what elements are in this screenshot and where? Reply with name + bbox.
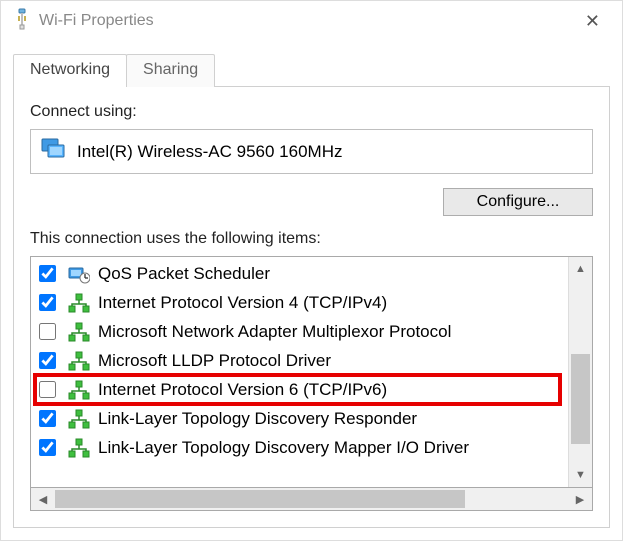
- tab-networking[interactable]: Networking: [13, 54, 127, 87]
- item-checkbox[interactable]: [39, 294, 56, 311]
- qos-icon: [68, 264, 90, 284]
- item-label: Link-Layer Topology Discovery Responder: [98, 409, 417, 429]
- vertical-scrollbar[interactable]: ▲ ▼: [568, 257, 592, 487]
- item-label: Link-Layer Topology Discovery Mapper I/O…: [98, 438, 469, 458]
- list-item[interactable]: Internet Protocol Version 4 (TCP/IPv4): [31, 288, 568, 317]
- scroll-up-arrow-icon[interactable]: ▲: [569, 257, 592, 281]
- hscroll-track[interactable]: [55, 488, 568, 510]
- item-checkbox[interactable]: [39, 439, 56, 456]
- protocol-icon: [68, 438, 90, 458]
- list-item[interactable]: Link-Layer Topology Discovery Mapper I/O…: [31, 433, 568, 462]
- tab-sharing[interactable]: Sharing: [126, 54, 215, 87]
- connect-using-label: Connect using:: [30, 103, 593, 121]
- network-adapter-icon: [41, 138, 67, 165]
- protocol-icon: [68, 293, 90, 313]
- item-checkbox[interactable]: [39, 352, 56, 369]
- item-label: QoS Packet Scheduler: [98, 264, 270, 284]
- adapter-box[interactable]: Intel(R) Wireless-AC 9560 160MHz: [30, 129, 593, 174]
- item-checkbox[interactable]: [39, 265, 56, 282]
- item-checkbox[interactable]: [39, 410, 56, 427]
- item-label: Internet Protocol Version 4 (TCP/IPv4): [98, 293, 387, 313]
- titlebar: Wi-Fi Properties ✕: [1, 1, 622, 41]
- item-checkbox[interactable]: [39, 381, 56, 398]
- item-label: Microsoft LLDP Protocol Driver: [98, 351, 331, 371]
- item-checkbox[interactable]: [39, 323, 56, 340]
- items-label: This connection uses the following items…: [30, 230, 593, 248]
- wifi-properties-window: Wi-Fi Properties ✕ Networking Sharing Co…: [0, 0, 623, 541]
- scroll-down-arrow-icon[interactable]: ▼: [569, 463, 592, 487]
- horizontal-scrollbar[interactable]: ◀ ▶: [30, 487, 593, 511]
- app-icon: [13, 8, 31, 35]
- protocol-icon: [68, 351, 90, 371]
- scroll-right-arrow-icon[interactable]: ▶: [568, 488, 592, 510]
- configure-button[interactable]: Configure...: [443, 188, 593, 216]
- list-item[interactable]: Microsoft Network Adapter Multiplexor Pr…: [31, 317, 568, 346]
- item-label: Internet Protocol Version 6 (TCP/IPv6): [98, 380, 387, 400]
- tabstrip: Networking Sharing: [13, 51, 610, 87]
- list-item[interactable]: QoS Packet Scheduler: [31, 259, 568, 288]
- protocol-icon: [68, 380, 90, 400]
- client-area: Networking Sharing Connect using: Intel(…: [1, 41, 622, 540]
- list-item[interactable]: Microsoft LLDP Protocol Driver: [31, 346, 568, 375]
- scroll-left-arrow-icon[interactable]: ◀: [31, 488, 55, 510]
- protocol-icon: [68, 409, 90, 429]
- list-item[interactable]: Internet Protocol Version 6 (TCP/IPv6): [31, 375, 568, 404]
- close-button[interactable]: ✕: [575, 7, 610, 36]
- hscroll-thumb[interactable]: [55, 490, 465, 508]
- vscroll-track[interactable]: [569, 281, 592, 463]
- window-title: Wi-Fi Properties: [39, 12, 575, 30]
- vscroll-thumb[interactable]: [571, 354, 590, 444]
- connection-items-listbox[interactable]: QoS Packet Scheduler Internet Protocol Ve…: [30, 256, 593, 488]
- tabpage-networking: Connect using: Intel(R) Wireless-AC 9560…: [13, 87, 610, 528]
- adapter-name: Intel(R) Wireless-AC 9560 160MHz: [77, 142, 342, 162]
- item-label: Microsoft Network Adapter Multiplexor Pr…: [98, 322, 451, 342]
- list-item[interactable]: Link-Layer Topology Discovery Responder: [31, 404, 568, 433]
- protocol-icon: [68, 322, 90, 342]
